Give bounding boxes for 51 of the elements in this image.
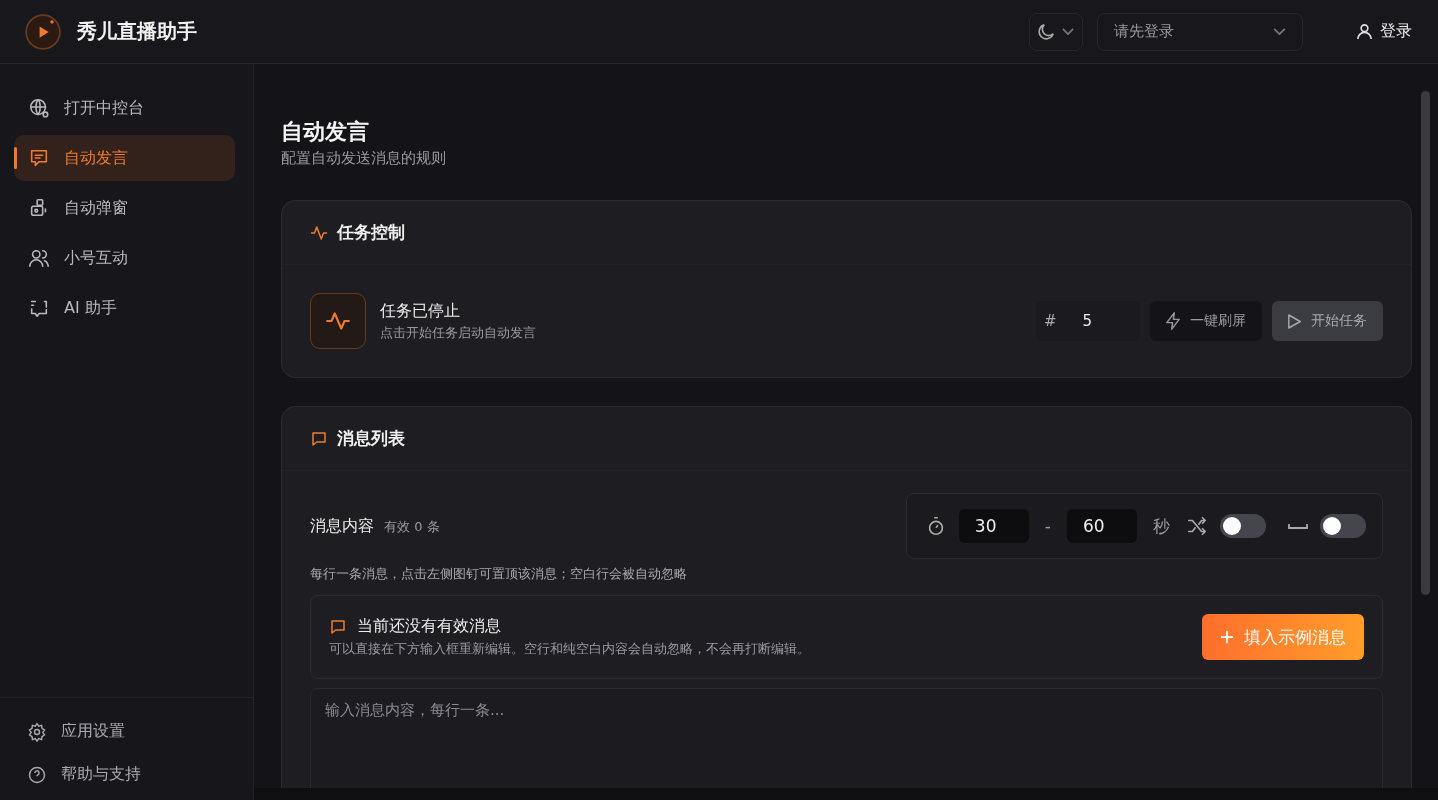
scrollbar-thumb[interactable] [1420,91,1430,595]
card-title: 任务控制 [337,221,405,244]
content-label: 消息内容 [310,515,374,537]
max-interval-field[interactable]: 60 [1067,509,1137,543]
plus-icon [1220,630,1234,644]
user-icon [1357,23,1372,40]
toggle-switch[interactable] [1320,514,1366,538]
min-interval-field[interactable]: 30 [958,509,1029,543]
moon-icon [1038,23,1054,40]
sidebar-item[interactable]: 自动弹窗 [14,185,235,231]
notice-description: 可以直接在下方输入框重新编辑。空行和纯空白内容会自动忽略，不会再打断编辑。 [329,640,810,658]
toggle-switch[interactable] [1220,514,1266,538]
pulse-icon [310,223,328,242]
notice-title: 当前还没有有效消息 [357,616,501,637]
sidebar-item[interactable]: 打开中控台 [14,85,235,131]
valid-count: 有效 0 条 [384,517,440,536]
page-subtitle: 配置自动发送消息的规则 [281,149,447,168]
chevron-down-icon [1273,28,1286,35]
sidebar-item[interactable]: 自动发言 [14,135,235,181]
sidebar-item[interactable]: AI 助手 [14,285,235,331]
play-icon [1288,313,1301,329]
status-title: 任务已停止 [380,300,461,322]
login-button[interactable]: 登录 [1317,21,1412,42]
logo-icon [25,13,61,50]
message-icon [329,617,347,636]
refresh-button[interactable]: 一键刷屏 [1150,301,1262,341]
account-select[interactable]: 请先登录 [1097,12,1303,51]
help-icon [27,764,47,785]
unit-label: 秒 [1152,514,1171,538]
space-icon [1288,523,1308,529]
message-input[interactable]: 输入消息内容，每行一条... [310,688,1383,788]
status-description: 点击开始任务启动自动发言 [380,323,536,342]
chevron-down-icon [1062,28,1074,35]
sidebar-footer-item[interactable]: 应用设置 [27,710,253,753]
count-field[interactable]: # 5 [1036,301,1140,341]
lightning-icon [1166,312,1180,330]
page-title: 自动发言 [281,118,370,146]
card-title: 消息列表 [337,427,405,450]
message-icon [310,429,328,448]
sidebar-footer-item[interactable]: 帮助与支持 [27,753,253,796]
status-icon [310,293,366,349]
range-separator: - [1043,516,1052,536]
theme-toggle[interactable] [1029,12,1083,51]
message-icon [28,147,50,169]
globe-icon [28,97,50,119]
settings-icon [27,721,47,742]
shuffle-icon [1186,515,1208,537]
sidebar-item[interactable]: 小号互动 [14,235,235,281]
users-icon [28,247,50,269]
hint-text: 每行一条消息，点击左侧图钉可置顶该消息；空白行会被自动忽略 [310,565,688,583]
app-title: 秀儿直播助手 [77,18,197,45]
